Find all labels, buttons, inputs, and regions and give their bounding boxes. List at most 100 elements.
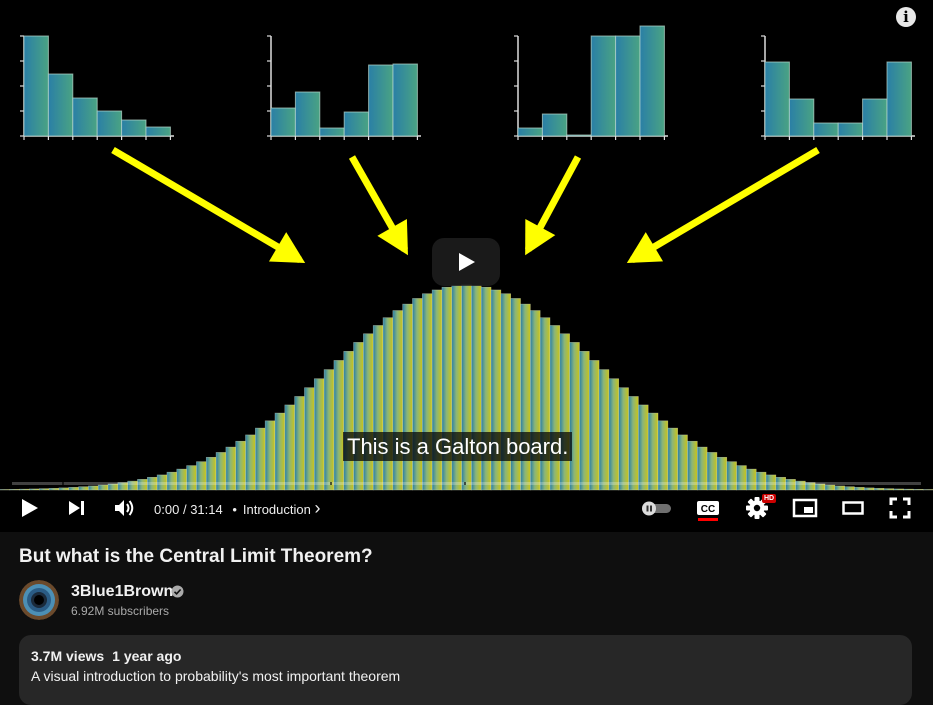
channel-avatar[interactable] bbox=[19, 580, 59, 620]
bell-curve-bar bbox=[588, 360, 600, 491]
next-button[interactable] bbox=[62, 486, 92, 530]
time-display: 0:00 / 31:14 • Introduction › bbox=[154, 486, 320, 530]
bell-curve-bar bbox=[255, 427, 266, 491]
histogram-bar bbox=[96, 110, 123, 137]
play-icon bbox=[22, 499, 38, 517]
play-icon bbox=[459, 253, 475, 271]
arrow-shaft bbox=[630, 146, 820, 264]
bell-curve-bar bbox=[539, 317, 551, 491]
bell-curve-bar bbox=[392, 310, 403, 491]
fullscreen-icon bbox=[889, 497, 911, 519]
histogram-bar bbox=[145, 126, 171, 137]
histogram-bar bbox=[566, 134, 592, 137]
bell-curve-bar bbox=[313, 378, 325, 491]
captions-button[interactable]: CC bbox=[690, 486, 726, 530]
miniplayer-icon bbox=[792, 498, 818, 518]
bell-curve-bar bbox=[402, 303, 413, 491]
histogram-bar bbox=[23, 35, 49, 137]
video-player[interactable]: i This is a Galton board. 0:00 / 31:14 •… bbox=[0, 0, 933, 532]
view-count: 3.7M views bbox=[31, 648, 105, 664]
histogram-bar bbox=[764, 61, 790, 137]
histogram-bar bbox=[47, 73, 74, 137]
chapter-title: Introduction bbox=[242, 502, 311, 517]
bell-curve-bar bbox=[412, 298, 423, 491]
histogram-bar bbox=[343, 111, 370, 137]
bell-curve-bar bbox=[628, 396, 639, 491]
histogram-bar bbox=[590, 35, 617, 137]
bell-curve-bar bbox=[598, 369, 610, 491]
histogram-bar bbox=[639, 25, 665, 137]
bell-curve-bar bbox=[510, 298, 521, 491]
autoplay-toggle[interactable] bbox=[636, 486, 676, 530]
bell-curve-bar bbox=[608, 378, 620, 491]
histogram-bar bbox=[837, 122, 864, 137]
captions-icon: CC bbox=[697, 501, 719, 521]
histogram-bar bbox=[517, 127, 543, 137]
chapter-separator: • bbox=[232, 502, 237, 517]
volume-icon bbox=[115, 500, 134, 516]
bell-curve-bar bbox=[559, 333, 570, 491]
description-box[interactable]: 3.7M views 1 year ago A visual introducti… bbox=[19, 635, 912, 705]
histogram-bar bbox=[121, 119, 147, 137]
play-button[interactable] bbox=[14, 486, 46, 530]
arrow-shaft bbox=[111, 146, 302, 264]
bell-curve-bar bbox=[274, 412, 286, 491]
bell-curve-bar bbox=[579, 351, 590, 491]
large-play-button[interactable] bbox=[432, 238, 500, 286]
bell-curve-bar bbox=[520, 303, 531, 491]
subscriber-count: 6.92M subscribers bbox=[71, 604, 170, 618]
video-title: But what is the Central Limit Theorem? bbox=[19, 546, 373, 567]
bell-curve-bar bbox=[304, 387, 315, 491]
chapter-button[interactable]: Introduction › bbox=[242, 498, 321, 518]
progress-bar[interactable] bbox=[12, 482, 921, 485]
autoplay-toggle-icon bbox=[642, 501, 671, 516]
histogram-bar bbox=[319, 127, 345, 137]
histogram-bar bbox=[813, 122, 839, 137]
histogram-bar bbox=[294, 91, 321, 137]
description-meta: 3.7M views 1 year ago bbox=[31, 648, 181, 664]
hd-badge: HD bbox=[762, 494, 777, 503]
histogram-bar bbox=[862, 98, 888, 137]
description-text: A visual introduction to probability's m… bbox=[31, 668, 401, 684]
subtitle-caption: This is a Galton board. bbox=[343, 432, 573, 461]
settings-button[interactable]: HD bbox=[740, 486, 777, 530]
channel-name[interactable]: 3Blue1Brown bbox=[71, 583, 173, 601]
svg-text:CC: CC bbox=[701, 504, 715, 515]
fullscreen-button[interactable] bbox=[884, 486, 916, 530]
histogram-bar bbox=[541, 113, 568, 137]
time-total: 31:14 bbox=[190, 502, 223, 517]
bell-curve-bar bbox=[343, 351, 354, 491]
verified-icon bbox=[171, 585, 184, 598]
bell-curve-bar bbox=[638, 404, 649, 491]
player-controls: 0:00 / 31:14 • Introduction › CC HD bbox=[0, 486, 933, 530]
upload-age: 1 year ago bbox=[112, 648, 182, 664]
histogram-bar bbox=[72, 97, 98, 137]
bell-curve-bar bbox=[657, 420, 669, 491]
histogram-bar bbox=[788, 98, 815, 137]
bell-curve-bar bbox=[353, 342, 364, 491]
theater-mode-button[interactable] bbox=[836, 486, 870, 530]
bell-curve-bar bbox=[549, 325, 561, 491]
bell-curve-bar bbox=[323, 369, 335, 491]
bell-curve-bar bbox=[647, 412, 659, 491]
bell-curve-bar bbox=[382, 317, 394, 491]
histogram-bar bbox=[886, 61, 912, 137]
histogram-bar bbox=[615, 35, 641, 137]
bell-curve-bar bbox=[284, 404, 295, 491]
info-button[interactable]: i bbox=[896, 7, 916, 27]
bell-curve-bar bbox=[264, 420, 276, 491]
histogram-bar bbox=[270, 107, 296, 137]
theater-mode-icon bbox=[842, 501, 864, 515]
histogram-bar bbox=[368, 64, 394, 137]
bell-curve-bar bbox=[363, 333, 374, 491]
time-separator: / bbox=[182, 502, 187, 517]
bell-curve-bar bbox=[667, 427, 678, 491]
info-icon: i bbox=[903, 8, 909, 26]
bell-curve-bar bbox=[294, 396, 305, 491]
volume-button[interactable] bbox=[110, 486, 140, 530]
miniplayer-button[interactable] bbox=[788, 486, 822, 530]
bell-curve-bar bbox=[530, 310, 541, 491]
bell-curve-bar bbox=[333, 360, 345, 491]
time-current: 0:00 bbox=[154, 502, 180, 517]
avatar bbox=[19, 580, 59, 620]
